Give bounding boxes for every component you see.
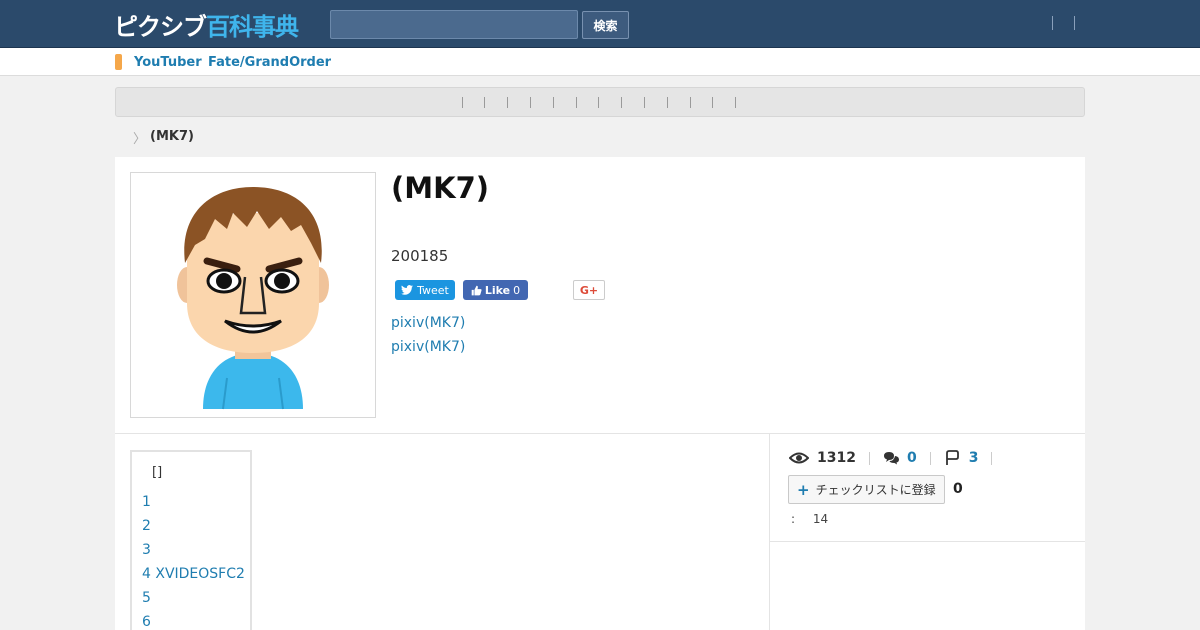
mii-avatar-image bbox=[177, 187, 329, 410]
trending-link-fgo[interactable]: Fate/GrandOrder bbox=[208, 55, 331, 70]
extra-stat: : 14 bbox=[791, 512, 828, 526]
checklist-count: 0 bbox=[953, 481, 963, 497]
comments-icon bbox=[883, 452, 899, 465]
trending-marker bbox=[115, 54, 122, 70]
header-divider bbox=[1074, 16, 1075, 30]
nav-divider bbox=[621, 97, 622, 108]
pin-count[interactable]: 3 bbox=[969, 450, 979, 466]
divider bbox=[769, 434, 770, 630]
toc-item[interactable]: 2 bbox=[142, 518, 151, 534]
extra-stat-label: : bbox=[791, 512, 796, 526]
nav-divider bbox=[644, 97, 645, 108]
nav-divider bbox=[462, 97, 463, 108]
site-logo[interactable]: ピクシブ 百科事典 bbox=[114, 8, 299, 41]
stat-divider bbox=[991, 451, 993, 465]
google-plus-button[interactable]: G+ bbox=[573, 280, 605, 300]
table-of-contents: [] 1 2 3 4 XVIDEOSFC2 5 6 bbox=[130, 450, 252, 630]
nav-divider bbox=[598, 97, 599, 108]
nav-divider bbox=[690, 97, 691, 108]
nav-divider bbox=[530, 97, 531, 108]
nav-divider bbox=[553, 97, 554, 108]
category-nav bbox=[115, 87, 1085, 117]
tweet-label: Tweet bbox=[417, 283, 449, 297]
breadcrumb-chevron-icon: 〉 bbox=[133, 132, 147, 147]
nav-divider bbox=[735, 97, 736, 108]
stat-divider bbox=[929, 451, 931, 465]
view-count: 1312 bbox=[817, 450, 856, 466]
page-title: (MK7) bbox=[391, 171, 490, 205]
nav-divider bbox=[712, 97, 713, 108]
toc-item[interactable]: 1 bbox=[142, 494, 151, 510]
header-divider bbox=[1052, 16, 1053, 30]
article-card: (MK7) 200185 Tweet Like 0 G+ pixiv(MK7) … bbox=[115, 157, 1085, 630]
nav-divider bbox=[507, 97, 508, 108]
toc-item[interactable]: 5 bbox=[142, 590, 151, 606]
logo-text-pixiv: ピクシブ bbox=[114, 12, 207, 41]
tweet-button[interactable]: Tweet bbox=[395, 280, 455, 300]
pixiv-link[interactable]: pixiv(MK7) bbox=[391, 339, 465, 355]
divider bbox=[115, 433, 1085, 434]
breadcrumb-current: (MK7) bbox=[150, 129, 194, 144]
divider bbox=[770, 541, 1085, 542]
toc-title: [] bbox=[152, 465, 163, 480]
twitter-bird-icon bbox=[401, 285, 414, 295]
like-count: 0 bbox=[513, 283, 521, 297]
logo-text-encyclopedia: 百科事典 bbox=[206, 12, 299, 41]
pin-icon bbox=[945, 450, 959, 465]
site-header: ピクシブ 百科事典 検索 bbox=[0, 0, 1200, 48]
article-stats: 1312 0 3 bbox=[789, 448, 1005, 468]
toc-item[interactable]: 6 bbox=[142, 614, 151, 630]
pixiv-link[interactable]: pixiv(MK7) bbox=[391, 315, 465, 331]
search-input[interactable] bbox=[330, 10, 578, 39]
toc-item[interactable]: 3 bbox=[142, 542, 151, 558]
eye-icon bbox=[789, 452, 809, 464]
checklist-label: チェックリストに登録 bbox=[815, 483, 936, 497]
add-to-checklist-button[interactable]: + チェックリストに登録 bbox=[788, 475, 945, 504]
article-image[interactable] bbox=[130, 172, 376, 418]
nav-divider bbox=[667, 97, 668, 108]
like-label: Like bbox=[484, 283, 511, 297]
extra-stat-value: 14 bbox=[812, 512, 829, 526]
plus-icon: + bbox=[797, 480, 810, 499]
stat-divider bbox=[868, 451, 870, 465]
comment-count[interactable]: 0 bbox=[907, 450, 917, 466]
article-count: 200185 bbox=[391, 247, 449, 265]
thumbs-up-icon bbox=[471, 285, 482, 295]
search-button[interactable]: 検索 bbox=[582, 11, 629, 39]
toc-item[interactable]: 4 XVIDEOSFC2 bbox=[142, 566, 245, 582]
facebook-like-button[interactable]: Like 0 bbox=[463, 280, 528, 300]
trending-tags-bar: YouTuber Fate/GrandOrder bbox=[0, 48, 1200, 76]
nav-divider bbox=[484, 97, 485, 108]
nav-divider bbox=[576, 97, 577, 108]
trending-link-youtuber[interactable]: YouTuber bbox=[134, 55, 202, 70]
